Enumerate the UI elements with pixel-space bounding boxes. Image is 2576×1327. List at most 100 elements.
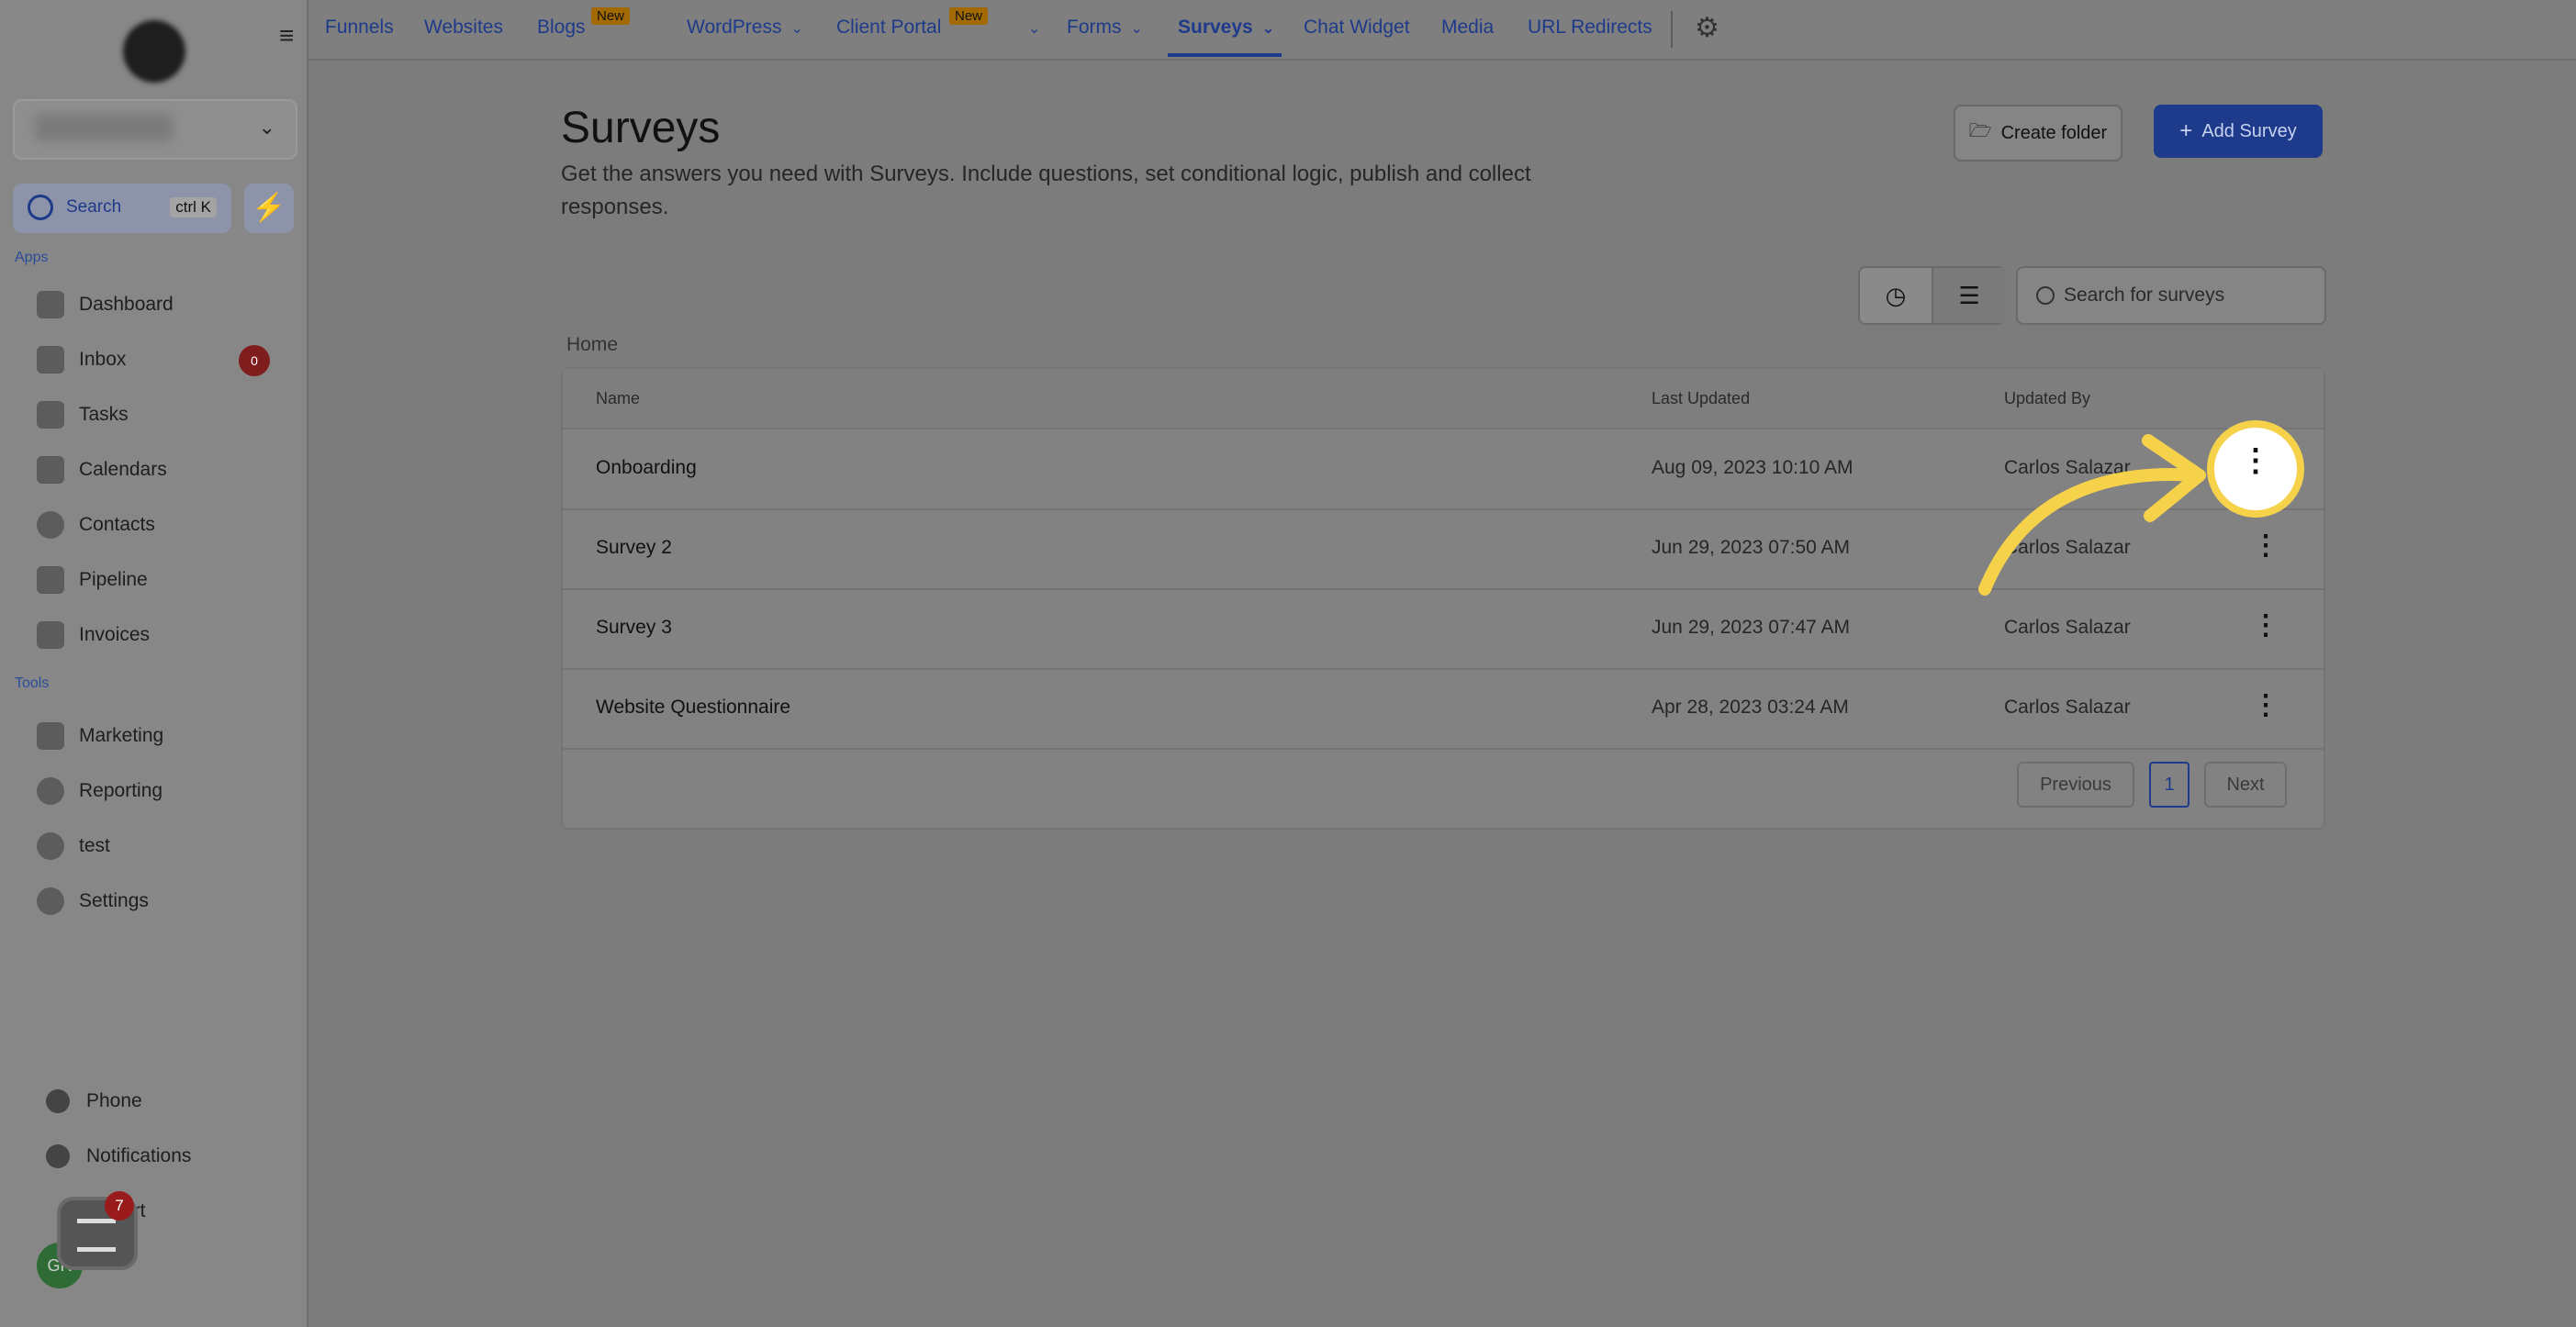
account-switcher[interactable]: ⌄ <box>13 99 297 160</box>
create-folder-button[interactable]: 🗁 Create folder <box>1954 105 2122 162</box>
sidebar-item-invoices[interactable]: Invoices <box>37 617 150 653</box>
sidebar-item-notifications[interactable]: Notifications <box>46 1138 191 1175</box>
sidebar-item-label: Calendars <box>79 459 167 480</box>
tab-blogs[interactable]: Blogs <box>537 17 586 39</box>
sidebar-item-dashboard[interactable]: Dashboard <box>37 286 174 323</box>
client-portal-dropdown[interactable]: ⌄ <box>1019 17 1040 39</box>
sidebar-item-contacts[interactable]: Contacts <box>37 507 155 543</box>
bell-icon <box>46 1144 70 1168</box>
invoice-icon <box>37 621 64 649</box>
sidebar-item-label: Dashboard <box>79 294 174 315</box>
sidebar-item-label: Reporting <box>79 780 163 801</box>
previous-page-button[interactable]: Previous <box>2017 762 2134 808</box>
chevron-down-icon: ⌄ <box>790 21 803 37</box>
phone-icon <box>46 1089 70 1113</box>
plus-icon: + <box>2179 118 2193 143</box>
pie-chart-icon <box>37 777 64 805</box>
table-row[interactable]: Website Questionnaire Apr 28, 2023 03:24… <box>563 669 2324 750</box>
breadcrumb[interactable]: Home <box>566 334 618 356</box>
tutorial-arrow-icon <box>1978 434 2206 596</box>
sidebar-item-reporting[interactable]: Reporting <box>37 773 162 809</box>
sidebar-item-label: Inbox <box>79 349 127 370</box>
sidebar-item-inbox[interactable]: Inbox <box>37 341 126 378</box>
chat-unread-badge: 7 <box>105 1191 134 1221</box>
sidebar-item-test[interactable]: test <box>37 828 110 864</box>
sidebar-item-tasks[interactable]: Tasks <box>37 396 129 433</box>
current-page-button[interactable]: 1 <box>2149 762 2190 808</box>
search-icon <box>2036 286 2055 305</box>
survey-name[interactable]: Survey 2 <box>596 537 672 559</box>
tab-funnels[interactable]: Funnels <box>325 17 394 39</box>
sidebar-item-label: Tasks <box>79 404 129 425</box>
sidebar-item-marketing[interactable]: Marketing <box>37 718 163 754</box>
search-input[interactable] <box>2062 281 2313 310</box>
row-menu-kebab-icon[interactable]: ⋮ <box>2252 606 2279 646</box>
chevron-down-icon: ⌄ <box>258 116 275 139</box>
survey-updated-by: Carlos Salazar <box>2004 697 2131 718</box>
clock-icon[interactable]: ◷ <box>1860 268 1932 323</box>
survey-name[interactable]: Onboarding <box>596 457 697 479</box>
tab-label: WordPress <box>687 17 782 38</box>
accessibility-icon <box>37 832 64 860</box>
add-survey-button[interactable]: + Add Survey <box>2154 105 2323 158</box>
survey-last-updated: Aug 09, 2023 10:10 AM <box>1652 457 1854 478</box>
tab-label: Surveys <box>1178 17 1253 38</box>
nav-divider <box>1671 11 1673 48</box>
create-folder-label: Create folder <box>2000 122 2108 143</box>
quick-actions-bolt-icon[interactable]: ⚡ <box>244 184 294 233</box>
chevron-down-icon: ⌄ <box>1028 21 1041 37</box>
sidebar-item-label: test <box>79 835 110 856</box>
inbox-icon <box>37 346 64 374</box>
next-page-button[interactable]: Next <box>2204 762 2287 808</box>
sidebar-item-phone[interactable]: Phone <box>46 1083 142 1120</box>
settings-gear-icon[interactable]: ⚙ <box>1695 15 1722 42</box>
sidebar-item-label: Phone <box>86 1090 142 1111</box>
tab-media[interactable]: Media <box>1441 17 1494 39</box>
tab-wordpress[interactable]: WordPress ⌄ <box>687 17 803 39</box>
dashboard-icon <box>37 291 64 318</box>
sidebar-item-pipeline[interactable]: Pipeline <box>37 562 148 598</box>
sidebar-item-label: Invoices <box>79 624 151 645</box>
search-label: Search <box>66 197 122 217</box>
active-tab-indicator <box>1168 53 1282 57</box>
company-logo <box>123 20 185 83</box>
survey-last-updated: Apr 28, 2023 03:24 AM <box>1652 697 1849 718</box>
column-header-updated-by[interactable]: Updated By <box>2004 389 2090 408</box>
sidebar-item-label: Contacts <box>79 514 155 535</box>
new-badge: New <box>591 7 631 25</box>
list-view-icon[interactable]: ☰ <box>1932 268 2005 323</box>
sidebar-item-label: Settings <box>79 890 149 911</box>
tab-client-portal[interactable]: Client Portal <box>836 17 941 39</box>
search-icon <box>28 195 53 220</box>
tab-websites[interactable]: Websites <box>424 17 503 39</box>
sidebar-search[interactable]: Search ctrl K <box>13 184 231 233</box>
chevron-down-icon: ⌄ <box>1130 21 1143 37</box>
megaphone-icon <box>37 722 64 750</box>
account-name-blurred <box>35 114 173 141</box>
survey-last-updated: Jun 29, 2023 07:50 AM <box>1652 537 1850 558</box>
folder-plus-icon: 🗁 <box>1968 121 1992 141</box>
survey-last-updated: Jun 29, 2023 07:47 AM <box>1652 617 1850 638</box>
tab-surveys[interactable]: Surveys ⌄ <box>1178 17 1274 39</box>
tab-forms[interactable]: Forms ⌄ <box>1067 17 1143 39</box>
column-header-name[interactable]: Name <box>596 389 640 408</box>
sidebar-collapse-icon[interactable]: ≡ <box>279 23 303 49</box>
top-navigation: Funnels Websites Blogs New WordPress ⌄ Cl… <box>308 0 2576 61</box>
tools-section-label: Tools <box>15 675 50 691</box>
row-menu-kebab-icon[interactable]: ⋮ <box>2252 686 2279 726</box>
tab-url-redirects[interactable]: URL Redirects <box>1528 17 1652 39</box>
survey-name[interactable]: Survey 3 <box>596 617 672 639</box>
view-toggle: ◷ ☰ <box>1858 266 2005 325</box>
calendar-icon <box>37 456 64 484</box>
survey-name[interactable]: Website Questionnaire <box>596 697 790 719</box>
sidebar-item-settings[interactable]: Settings <box>37 883 149 920</box>
survey-updated-by: Carlos Salazar <box>2004 617 2131 638</box>
row-menu-kebab-icon[interactable]: ⋮ <box>2252 526 2279 566</box>
highlighted-row-menu-kebab-icon[interactable]: ⋮ <box>2207 420 2304 518</box>
sidebar: ≡ ⌄ Search ctrl K ⚡ Apps Dashboard Inbox… <box>0 0 308 1327</box>
search-shortcut: ctrl K <box>170 197 217 217</box>
sidebar-item-calendars[interactable]: Calendars <box>37 452 167 488</box>
tab-chat-widget[interactable]: Chat Widget <box>1304 17 1410 39</box>
column-header-last-updated[interactable]: Last Updated <box>1652 389 1750 408</box>
contacts-icon <box>37 511 64 539</box>
